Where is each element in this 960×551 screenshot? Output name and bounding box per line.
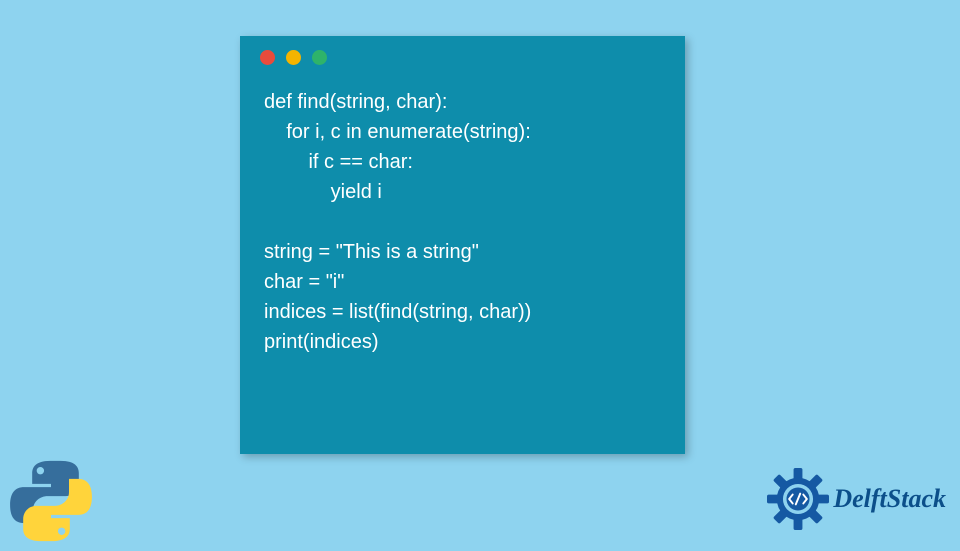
code-line: indices = list(find(string, char)) bbox=[264, 301, 531, 323]
code-line: yield i bbox=[264, 181, 382, 203]
code-line: if c == char: bbox=[264, 151, 413, 173]
code-block: def find(string, char): for i, c in enum… bbox=[240, 71, 685, 375]
code-line: char = "i" bbox=[264, 271, 344, 293]
code-line: print(indices) bbox=[264, 331, 378, 353]
brand-logo: DelftStack bbox=[767, 468, 946, 530]
python-logo-icon bbox=[6, 456, 96, 546]
code-line: def find(string, char): bbox=[264, 91, 447, 113]
maximize-icon bbox=[312, 50, 327, 65]
code-line: for i, c in enumerate(string): bbox=[264, 121, 531, 143]
code-line: string = "This is a string" bbox=[264, 241, 479, 263]
window-titlebar bbox=[240, 36, 685, 71]
gear-brackets-icon bbox=[767, 468, 829, 530]
minimize-icon bbox=[286, 50, 301, 65]
close-icon bbox=[260, 50, 275, 65]
brand-name: DelftStack bbox=[833, 484, 946, 514]
code-window: def find(string, char): for i, c in enum… bbox=[240, 36, 685, 454]
